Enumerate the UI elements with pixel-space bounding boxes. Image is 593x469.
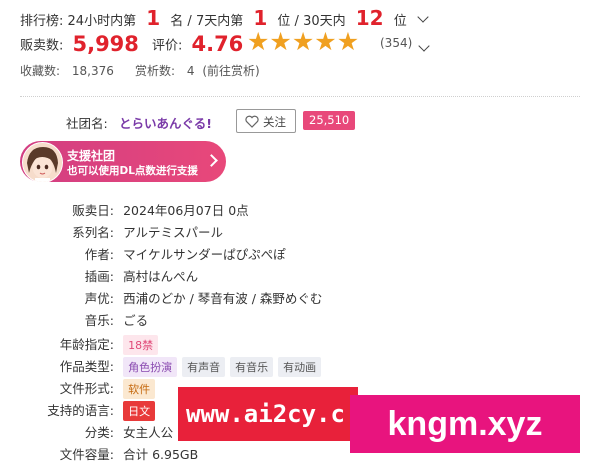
detail-row-voice-actors: 声优: 西浦のどか / 琴音有波 / 森野めぐむ xyxy=(14,288,364,310)
rating-count: (354) xyxy=(380,36,413,50)
reviews-link[interactable]: (前往赏析) xyxy=(202,64,259,78)
file-format-tag[interactable]: 软件 xyxy=(123,379,156,399)
favorites-row: 收藏数: 18,376 xyxy=(20,62,114,79)
circle-label: 社团名: xyxy=(66,116,108,131)
star-icon: ★ xyxy=(314,27,337,56)
release-date-label: 贩卖日: xyxy=(72,203,114,218)
avatar xyxy=(22,142,63,183)
favorites-label: 收藏数: xyxy=(20,64,61,78)
chevron-down-icon[interactable] xyxy=(417,11,429,23)
follow-button[interactable]: 关注 xyxy=(236,109,296,133)
rating-row: 评价: 4.76 xyxy=(152,32,243,56)
star-rating: ★★★★★ xyxy=(247,29,359,54)
rating-label: 评价: xyxy=(152,38,183,54)
month-rank: 12 xyxy=(355,6,384,30)
detail-row-author: 作者: マイケルサンダーぱぴぷぺぽ xyxy=(14,244,364,266)
work-type-tag[interactable]: 有动画 xyxy=(278,357,322,377)
release-date-value[interactable]: 2024年06月07日 0点 xyxy=(123,203,249,218)
voice-actors-links[interactable]: 西浦のどか / 琴音有波 / 森野めぐむ xyxy=(123,291,322,306)
detail-row-music: 音乐: ごる xyxy=(14,310,364,332)
detail-row-work-type: 作品类型: 角色扮演 有声音 有音乐 有动画 xyxy=(14,356,364,378)
series-label: 系列名: xyxy=(72,225,114,240)
detail-row-release-date: 贩卖日: 2024年06月07日 0点 xyxy=(14,200,364,222)
ranking-row: 排行榜: 24小时内第 1 名 / 7天内第 1 位 / 30天内 12 位 xyxy=(20,6,429,30)
illustrator-label: 插画: xyxy=(84,269,114,284)
character-avatar-icon xyxy=(23,143,62,182)
star-icon: ★ xyxy=(336,27,360,56)
week-rank-prefix: 7天内第 xyxy=(195,14,244,29)
author-link[interactable]: マイケルサンダーぱぴぷぺぽ xyxy=(123,247,286,262)
reviews-count: 4 xyxy=(186,64,195,78)
favorites-count: 18,376 xyxy=(71,64,114,78)
file-size-value: 合计 6.95GB xyxy=(123,447,199,462)
reviews-label: 赏析数: xyxy=(135,64,176,78)
support-banner-subtitle: 也可以使用DL点数进行支援 xyxy=(67,165,198,177)
category-label: 分类: xyxy=(84,425,114,440)
support-banner-title: 支援社团 xyxy=(67,149,116,163)
chevron-down-icon[interactable] xyxy=(418,40,430,52)
chevron-right-icon xyxy=(205,154,218,167)
illustrator-link[interactable]: 高村はんぺん xyxy=(123,269,198,284)
detail-row-illustrator: 插画: 高村はんぺん xyxy=(14,266,364,288)
rating-value: 4.76 xyxy=(191,32,244,56)
rating-expand[interactable] xyxy=(418,35,430,54)
follow-label: 关注 xyxy=(263,115,286,129)
detail-row-series: 系列名: アルテミスパール xyxy=(14,222,364,244)
month-rank-suffix: 位 xyxy=(393,14,407,29)
work-type-tag[interactable]: 有声音 xyxy=(182,357,226,377)
language-tag[interactable]: 日文 xyxy=(123,401,156,421)
follower-count: 25,510 xyxy=(309,113,350,127)
day-rank-prefix: 24小时内第 xyxy=(67,14,137,29)
languages-label: 支持的语言: xyxy=(47,403,114,418)
follower-count-badge: 25,510 xyxy=(303,111,356,130)
watermark-left: www.ai2cy.c xyxy=(178,387,358,441)
file-format-label: 文件形式: xyxy=(59,381,114,396)
section-divider xyxy=(20,96,580,97)
sales-label: 贩卖数: xyxy=(20,38,64,54)
detail-row-age-rating: 年龄指定: 18禁 xyxy=(14,334,364,356)
work-type-label: 作品类型: xyxy=(59,359,114,374)
age-rating-tag[interactable]: 18禁 xyxy=(123,335,159,355)
series-link[interactable]: アルテミスパール xyxy=(123,225,223,240)
day-rank-suffix: 名 / xyxy=(170,14,192,29)
sales-row: 贩卖数: 5,998 xyxy=(20,32,139,56)
day-rank: 1 xyxy=(146,6,161,30)
category-link[interactable]: 女主人公 xyxy=(123,425,173,440)
ranking-label: 排行榜: xyxy=(20,14,64,29)
work-type-tag[interactable]: 角色扮演 xyxy=(123,357,178,377)
work-type-tag[interactable]: 有音乐 xyxy=(230,357,274,377)
sales-count: 5,998 xyxy=(72,32,139,56)
star-icon: ★ xyxy=(247,27,270,56)
support-circle-banner[interactable]: 支援社团 也可以使用DL点数进行支援 xyxy=(20,141,226,183)
heart-icon xyxy=(245,115,259,128)
file-size-label: 文件容量: xyxy=(59,447,114,462)
star-icon: ★ xyxy=(269,27,292,56)
watermark-right: kngm.xyz xyxy=(350,395,580,453)
detail-row-file-size: 文件容量: 合计 6.95GB xyxy=(14,444,364,466)
author-label: 作者: xyxy=(84,247,114,262)
circle-name-link[interactable]: とらいあんぐる! xyxy=(119,113,212,132)
reviews-row: 赏析数: 4 (前往赏析) xyxy=(135,62,260,79)
music-label: 音乐: xyxy=(84,313,114,328)
star-icon: ★ xyxy=(291,27,315,56)
age-rating-label: 年龄指定: xyxy=(59,337,114,352)
music-link[interactable]: ごる xyxy=(123,313,148,328)
voice-actors-label: 声优: xyxy=(84,291,114,306)
